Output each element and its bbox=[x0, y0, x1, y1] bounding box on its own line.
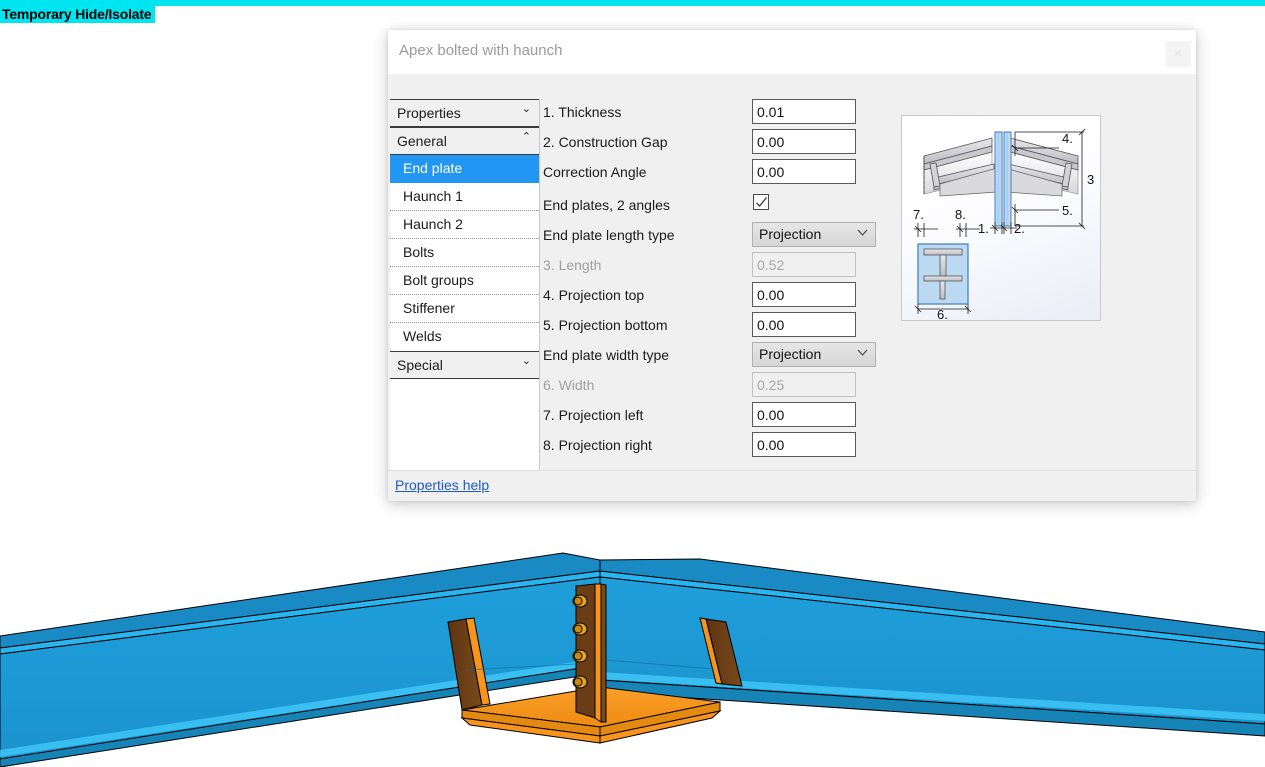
chevron-down-icon bbox=[857, 229, 868, 236]
diagram-callout-1: 1. bbox=[978, 221, 989, 236]
chevron-double-down-icon: ⌄ bbox=[521, 355, 531, 367]
sidebar-item-label: Haunch 1 bbox=[403, 188, 463, 204]
nav-group-properties-label: Properties bbox=[397, 105, 461, 121]
field-label-end-plate-width-type: End plate width type bbox=[543, 347, 670, 363]
diagram-callout-4: 4. bbox=[1062, 131, 1073, 146]
field-label-width: 6. Width bbox=[543, 377, 595, 393]
diagram-callout-7: 7. bbox=[913, 207, 924, 222]
field-label-end-plates-2-angles: End plates, 2 angles bbox=[543, 197, 670, 213]
end-plate-length-type-select[interactable]: Projection bbox=[752, 222, 876, 247]
field-label-projection-top: 4. Projection top bbox=[543, 287, 645, 303]
projection-bottom-input[interactable] bbox=[752, 312, 856, 337]
end-plate-length-type-value: Projection bbox=[759, 226, 822, 242]
chevron-down-icon bbox=[857, 349, 868, 356]
chevron-double-down-icon: ⌄ bbox=[521, 103, 531, 115]
dialog-footer: Properties help bbox=[388, 470, 1196, 501]
nav-group-special[interactable]: Special ⌄ bbox=[390, 351, 539, 379]
sidebar-item-end-plate[interactable]: End plate bbox=[390, 155, 539, 183]
field-row-projection-right: 8. Projection right bbox=[543, 432, 1193, 462]
field-label-thickness: 1. Thickness bbox=[543, 104, 622, 120]
properties-nav-panel: Properties ⌄ General ⌃ End plate Haunch … bbox=[390, 99, 540, 499]
end-plates-2-angles-checkbox[interactable] bbox=[753, 194, 769, 210]
diagram-callout-8: 8. bbox=[955, 207, 966, 222]
properties-help-link[interactable]: Properties help bbox=[395, 477, 489, 493]
diagram-callout-3: 3 bbox=[1087, 172, 1094, 187]
close-icon[interactable]: × bbox=[1165, 41, 1191, 67]
checkmark-icon bbox=[756, 197, 768, 207]
thickness-input[interactable] bbox=[752, 99, 856, 124]
end-plate-width-type-select[interactable]: Projection bbox=[752, 342, 876, 367]
sidebar-item-haunch-1[interactable]: Haunch 1 bbox=[390, 183, 539, 211]
diagram-callout-6: 6. bbox=[937, 307, 948, 320]
field-label-construction-gap: 2. Construction Gap bbox=[543, 134, 668, 150]
projection-top-input[interactable] bbox=[752, 282, 856, 307]
dialog-titlebar: Apex bolted with haunch × bbox=[388, 30, 1196, 74]
projection-left-input[interactable] bbox=[752, 402, 856, 427]
field-row-end-plate-width-type: End plate width type Projection bbox=[543, 342, 1193, 372]
field-label-projection-bottom: 5. Projection bottom bbox=[543, 317, 668, 333]
construction-gap-input[interactable] bbox=[752, 129, 856, 154]
top-accent-bar bbox=[0, 0, 1265, 6]
end-plate-width-type-value: Projection bbox=[759, 346, 822, 362]
dialog-title: Apex bolted with haunch bbox=[399, 42, 563, 59]
width-input bbox=[752, 372, 856, 397]
field-label-end-plate-length-type: End plate length type bbox=[543, 227, 675, 243]
properties-dialog: Apex bolted with haunch × Properties ⌄ G… bbox=[388, 30, 1196, 501]
correction-angle-input[interactable] bbox=[752, 159, 856, 184]
nav-group-general[interactable]: General ⌃ bbox=[390, 127, 539, 155]
nav-group-general-label: General bbox=[397, 133, 447, 149]
sidebar-item-label: Bolt groups bbox=[403, 272, 474, 288]
temporary-hide-isolate-label[interactable]: Temporary Hide/Isolate bbox=[0, 5, 156, 23]
sidebar-item-bolts[interactable]: Bolts bbox=[390, 239, 539, 267]
field-row-width: 6. Width bbox=[543, 372, 1193, 402]
sidebar-item-label: Bolts bbox=[403, 244, 435, 260]
end-plate-dimension-diagram: 4. 3 5. 1. 2. 7. 8. 6. bbox=[901, 115, 1101, 322]
field-label-projection-left: 7. Projection left bbox=[543, 407, 644, 423]
sidebar-item-label: End plate bbox=[403, 160, 463, 176]
diagram-callout-2: 2. bbox=[1014, 221, 1025, 236]
sidebar-item-label: Welds bbox=[403, 328, 442, 344]
nav-group-special-label: Special bbox=[397, 357, 443, 373]
projection-right-input[interactable] bbox=[752, 432, 856, 457]
nav-group-properties[interactable]: Properties ⌄ bbox=[390, 99, 539, 127]
sidebar-item-stiffener[interactable]: Stiffener bbox=[390, 295, 539, 323]
sidebar-item-bolt-groups[interactable]: Bolt groups bbox=[390, 267, 539, 295]
chevron-double-up-icon: ⌃ bbox=[521, 131, 531, 143]
diagram-svg: 4. 3 5. 1. 2. 7. 8. 6. bbox=[913, 128, 1094, 322]
sidebar-item-haunch-2[interactable]: Haunch 2 bbox=[390, 211, 539, 239]
sidebar-item-label: Stiffener bbox=[403, 300, 455, 316]
length-input bbox=[752, 252, 856, 277]
sidebar-item-label: Haunch 2 bbox=[403, 216, 463, 232]
field-row-projection-left: 7. Projection left bbox=[543, 402, 1193, 432]
nav-empty-area bbox=[390, 379, 539, 479]
sidebar-item-welds[interactable]: Welds bbox=[390, 323, 539, 351]
field-label-correction-angle: Correction Angle bbox=[543, 164, 647, 180]
dialog-body: Properties ⌄ General ⌃ End plate Haunch … bbox=[388, 74, 1196, 501]
diagram-callout-5: 5. bbox=[1062, 203, 1073, 218]
field-label-projection-right: 8. Projection right bbox=[543, 437, 652, 453]
field-label-length: 3. Length bbox=[543, 257, 602, 273]
